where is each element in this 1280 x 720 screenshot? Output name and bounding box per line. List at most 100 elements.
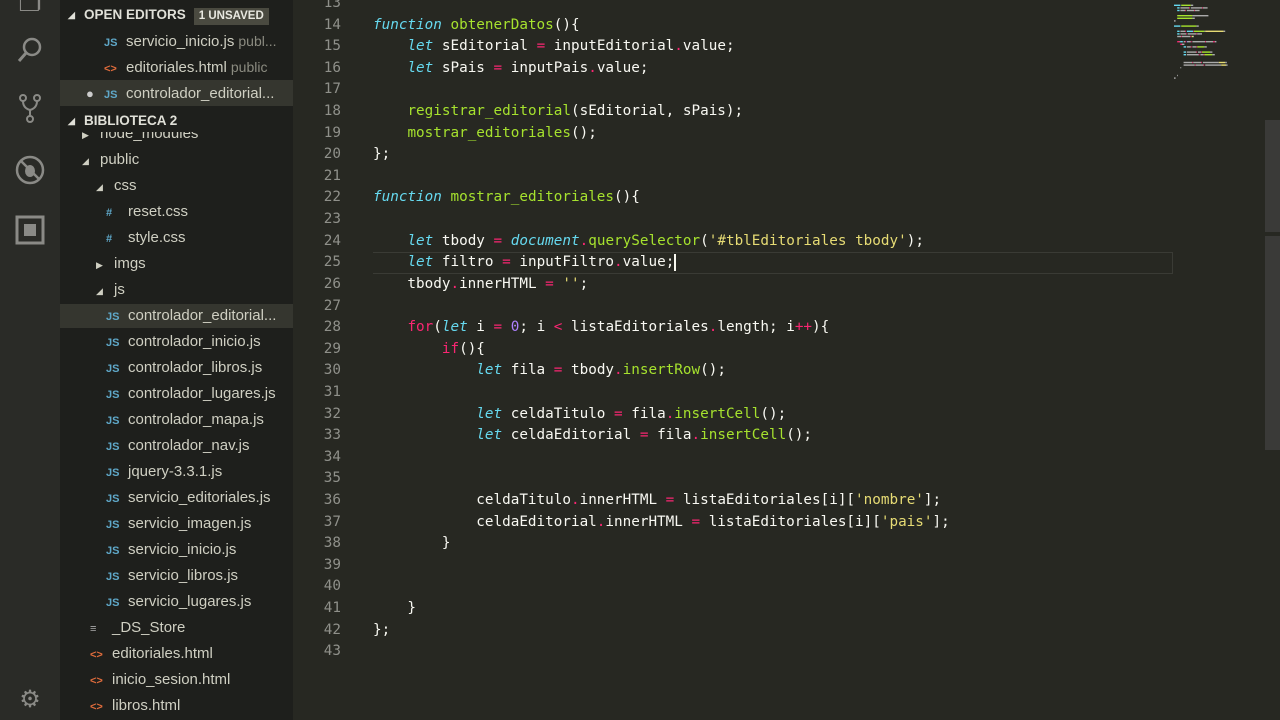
minimap-token: [1177, 30, 1180, 32]
minimap-token: [1186, 46, 1191, 48]
tree-file[interactable]: JS controlador_inicio.js: [60, 330, 293, 354]
explorer-icon[interactable]: ❐1: [14, 0, 46, 18]
minimap-token: [1225, 61, 1227, 64]
minimap-token: [1181, 4, 1191, 6]
tree-file[interactable]: JS controlador_nav.js: [60, 434, 293, 458]
minimap-token: [1204, 30, 1206, 32]
tree-file[interactable]: JS servicio_imagen.js: [60, 512, 293, 536]
code-line[interactable]: let sEditorial = inputEditorial.value;: [373, 36, 1173, 58]
code-lines[interactable]: 13 14 function obtenerDatos(){15 let sEdit…: [293, 0, 1173, 663]
tree-file[interactable]: JS jquery-3.3.1.js: [60, 460, 293, 484]
code-line[interactable]: [373, 79, 1173, 101]
code-token: if: [441, 340, 460, 357]
tree-file[interactable]: # reset.css: [60, 200, 293, 224]
tree-file[interactable]: JS controlador_editorial...: [60, 304, 293, 328]
code-line[interactable]: if(){: [373, 339, 1173, 361]
code-line[interactable]: [373, 296, 1173, 318]
line-number: 19: [323, 124, 341, 141]
code-token: .: [588, 59, 597, 76]
code-line[interactable]: tbody.innerHTML = '';: [373, 274, 1173, 296]
tree-file[interactable]: <> editoriales.html: [60, 642, 293, 666]
minimap-token: [1192, 17, 1195, 19]
code-token: ; i: [519, 319, 554, 336]
code-line[interactable]: let tbody = document.querySelector('#tbl…: [373, 231, 1173, 253]
minimap-token: [1183, 61, 1193, 64]
code-line[interactable]: let celdaTitulo = fila.insertCell();: [373, 404, 1173, 426]
tree-file[interactable]: ≡ _DS_Store: [60, 616, 293, 640]
minimap-token: [1185, 9, 1186, 12]
file-name: js: [114, 281, 125, 298]
tree-folder[interactable]: ◢ css: [60, 174, 293, 198]
search-icon[interactable]: [14, 34, 46, 66]
code-line[interactable]: let filtro = inputFiltro.value;: [373, 252, 1173, 274]
tree-file[interactable]: JS servicio_libros.js: [60, 564, 293, 588]
code-line[interactable]: [373, 0, 1173, 15]
code-line[interactable]: [373, 166, 1173, 188]
code-token: tbody: [433, 232, 494, 249]
code-editor[interactable]: 13 14 function obtenerDatos(){15 let sEdit…: [293, 0, 1280, 720]
scrollbar-track[interactable]: [1265, 236, 1280, 450]
extensions-icon[interactable]: [14, 214, 46, 246]
open-editor-item[interactable]: <> editoriales.html public: [60, 54, 293, 80]
code-token: 'nombre': [855, 492, 924, 509]
tree-folder[interactable]: ◢ js: [60, 278, 293, 302]
tree-file[interactable]: # style.css: [60, 226, 293, 250]
minimap-token: [1190, 7, 1202, 9]
code-line[interactable]: let sPais = inputPais.value;: [373, 58, 1173, 80]
minimap[interactable]: [1172, 0, 1242, 90]
open-editors-header[interactable]: ◢ OPEN EDITORS 1 UNSAVED: [60, 4, 293, 26]
minimap-token: [1196, 33, 1198, 35]
line-number: 21: [323, 167, 341, 184]
debug-icon[interactable]: [14, 154, 46, 186]
code-token: function: [373, 16, 442, 33]
project-header[interactable]: ◢ BIBLIOTECA 2: [60, 110, 293, 132]
tree-file[interactable]: JS controlador_libros.js: [60, 356, 293, 380]
code-line[interactable]: let fila = tbody.insertRow();: [373, 360, 1173, 382]
tree-file[interactable]: <> inicio_sesion.html: [60, 668, 293, 692]
code-token: sPais: [433, 59, 494, 76]
code-line[interactable]: };: [373, 144, 1173, 166]
tree-file[interactable]: JS servicio_lugares.js: [60, 590, 293, 614]
code-line[interactable]: function obtenerDatos(){: [373, 15, 1173, 37]
code-line[interactable]: mostrar_editoriales();: [373, 123, 1173, 145]
code-line[interactable]: [373, 382, 1173, 404]
js-file-icon: JS: [106, 597, 120, 609]
open-editor-item[interactable]: JS servicio_inicio.js publ...: [60, 28, 293, 54]
scrollbar-thumb[interactable]: [1265, 120, 1280, 232]
js-file-icon: JS: [104, 89, 118, 101]
code-line[interactable]: [373, 555, 1173, 577]
tree-file[interactable]: JS servicio_editoriales.js: [60, 486, 293, 510]
code-line[interactable]: for(let i = 0; i < listaEditoriales.leng…: [373, 317, 1173, 339]
tree-folder[interactable]: ▶ imgs: [60, 252, 293, 276]
tree-file[interactable]: JS controlador_lugares.js: [60, 382, 293, 406]
code-line[interactable]: [373, 468, 1173, 490]
code-line[interactable]: registrar_editorial(sEditorial, sPais);: [373, 101, 1173, 123]
minimap-token: [1210, 51, 1213, 53]
code-line[interactable]: celdaTitulo.innerHTML = listaEditoriales…: [373, 490, 1173, 512]
code-line[interactable]: [373, 641, 1173, 663]
file-name: servicio_inicio.js: [126, 33, 235, 50]
code-line[interactable]: [373, 576, 1173, 598]
code-token: .: [579, 232, 589, 249]
gear-icon[interactable]: ⚙: [14, 684, 46, 716]
chevron-down-icon: ◢: [96, 182, 103, 192]
html-file-icon: <>: [90, 701, 103, 713]
code-line[interactable]: function mostrar_editoriales(){: [373, 187, 1173, 209]
minimap-token: [1182, 43, 1185, 45]
code-line[interactable]: };: [373, 620, 1173, 642]
source-control-icon[interactable]: [14, 92, 46, 124]
code-line[interactable]: }: [373, 598, 1173, 620]
code-line[interactable]: celdaEditorial.innerHTML = listaEditoria…: [373, 512, 1173, 534]
tree-file[interactable]: <> libros.html: [60, 694, 293, 718]
code-line[interactable]: let celdaEditorial = fila.insertCell();: [373, 425, 1173, 447]
minimap-token: [1202, 7, 1203, 9]
code-line[interactable]: [373, 447, 1173, 469]
code-line[interactable]: [373, 209, 1173, 231]
tree-file[interactable]: JS controlador_mapa.js: [60, 408, 293, 432]
editor-line: 28 for(let i = 0; i < listaEditoriales.l…: [293, 317, 1173, 339]
tree-folder[interactable]: ◢ public: [60, 148, 293, 172]
code-line[interactable]: }: [373, 533, 1173, 555]
tree-file[interactable]: JS servicio_inicio.js: [60, 538, 293, 562]
open-editor-item[interactable]: ● JS controlador_editorial...: [60, 80, 293, 106]
